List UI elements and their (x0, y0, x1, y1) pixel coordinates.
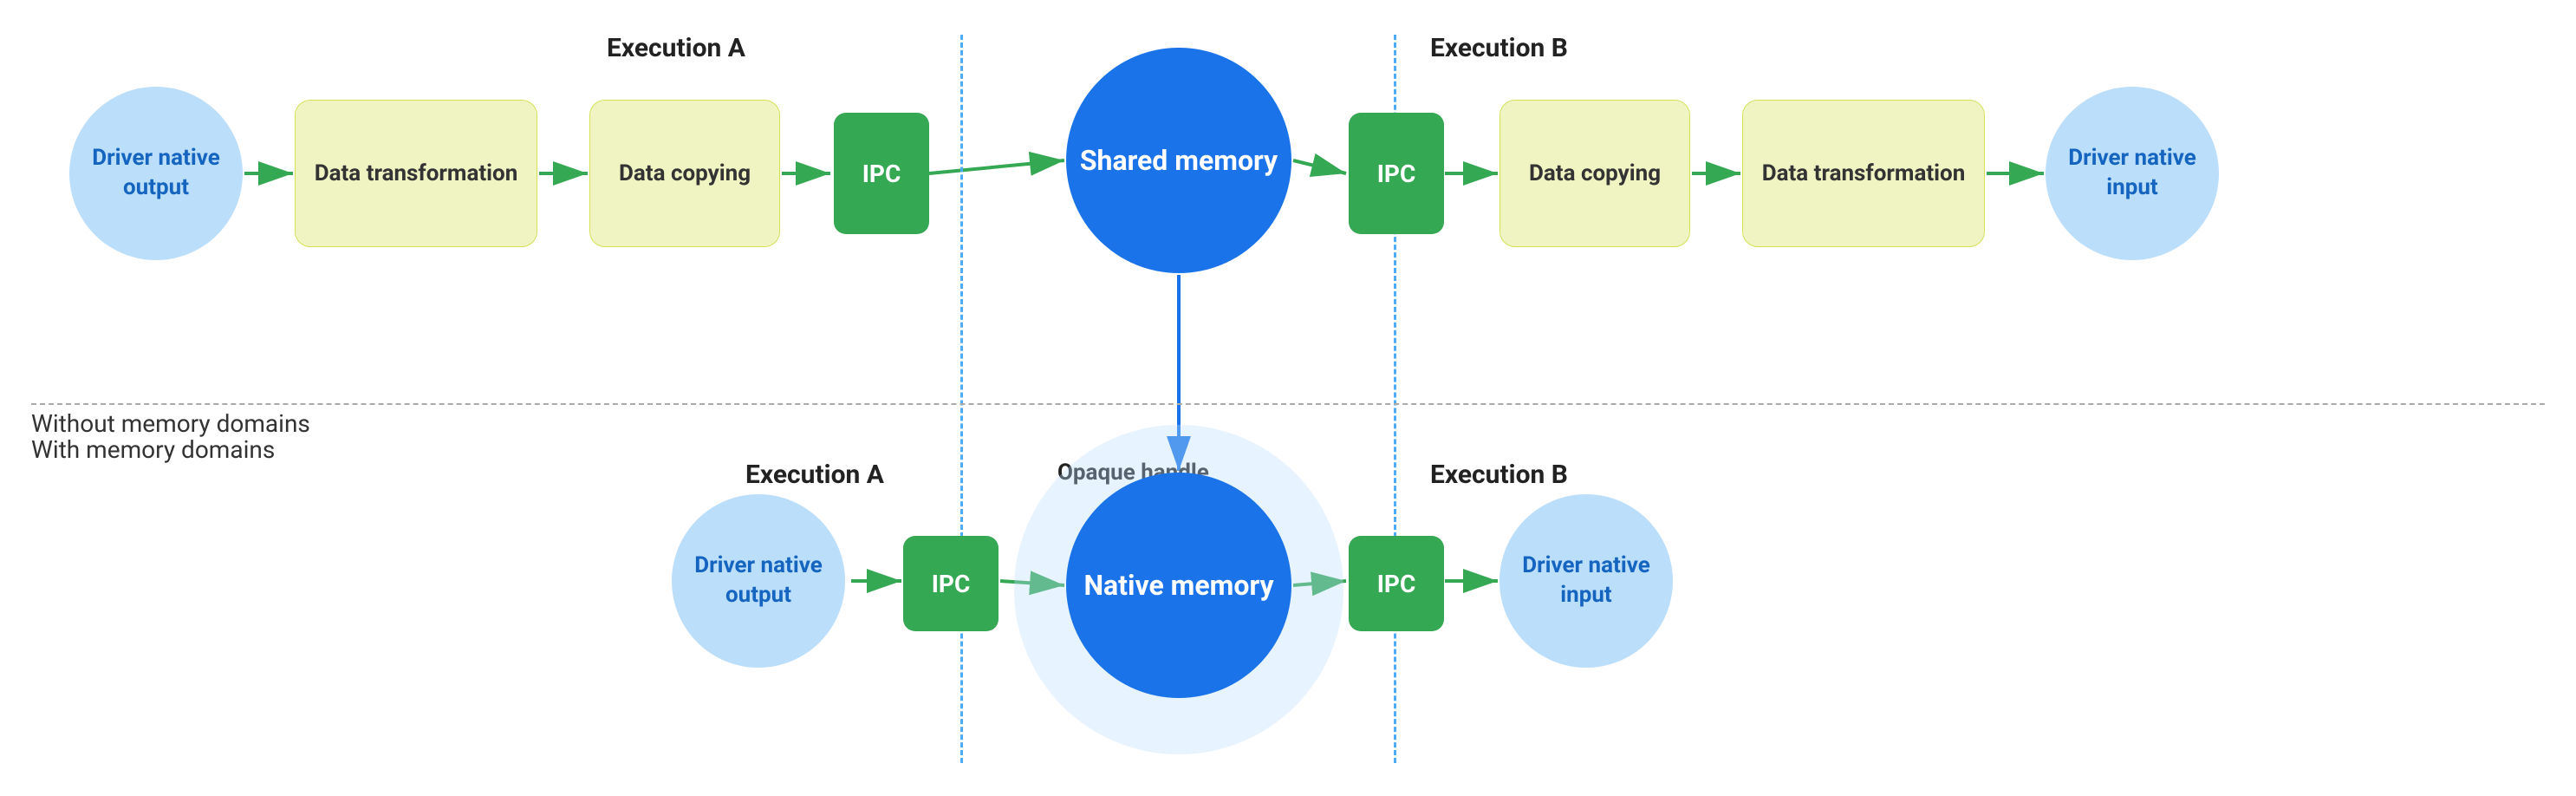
driver-native-output-top: Driver native output (69, 87, 243, 260)
ipc-4-bot: IPC (1349, 536, 1444, 631)
section-divider (31, 403, 2545, 405)
with-memory-domains-label: With memory domains (31, 435, 275, 464)
data-transformation-2: Data transformation (1742, 100, 1985, 247)
data-copying-2: Data copying (1499, 100, 1690, 247)
vline-left (960, 35, 963, 763)
exec-b-label-top: Execution B (1430, 33, 1568, 63)
driver-native-input-bot: Driver native input (1499, 494, 1673, 668)
without-memory-domains-label: Without memory domains (31, 409, 310, 438)
driver-native-output-bot: Driver native output (672, 494, 845, 668)
diagram-container: Without memory domains With memory domai… (0, 0, 2576, 796)
exec-b-label-bot: Execution B (1430, 460, 1568, 490)
ipc-1-top: IPC (834, 113, 929, 234)
ipc-2-top: IPC (1349, 113, 1444, 234)
driver-native-input-top: Driver native input (2046, 87, 2219, 260)
native-memory: Native memory (1066, 473, 1291, 698)
data-copying-1: Data copying (589, 100, 780, 247)
data-transformation-1: Data transformation (295, 100, 537, 247)
exec-a-label-top: Execution A (607, 33, 745, 63)
ipc-3-bot: IPC (903, 536, 999, 631)
shared-memory: Shared memory (1066, 48, 1291, 273)
exec-a-label-bot: Execution A (745, 460, 884, 490)
